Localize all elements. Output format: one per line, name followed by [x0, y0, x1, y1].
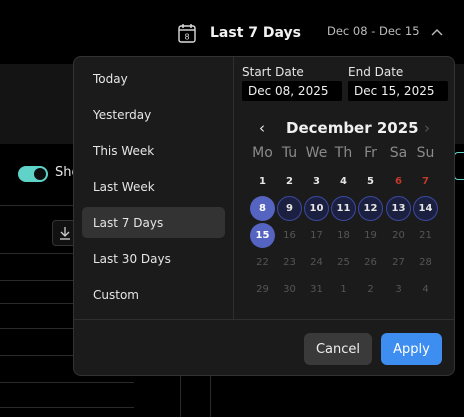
calendar-day[interactable]: 29: [250, 277, 275, 302]
calendar-day[interactable]: 16: [277, 223, 302, 248]
divider: [74, 319, 454, 320]
calendar-day[interactable]: 15: [250, 223, 275, 248]
weekday-label: Sa: [389, 145, 408, 161]
calendar-day[interactable]: 28: [413, 250, 438, 275]
divider: [0, 382, 134, 383]
calendar-day[interactable]: 31: [304, 277, 329, 302]
weekday-label: Th: [334, 145, 353, 161]
calendar-day[interactable]: 18: [331, 223, 356, 248]
preset-list: Today Yesterday This Week Last Week Last 7 D…: [74, 57, 234, 319]
end-date-field[interactable]: Dec 15, 2025: [348, 81, 448, 101]
calendar-day[interactable]: 27: [386, 250, 411, 275]
divider: [0, 303, 73, 304]
preset-item[interactable]: Last Week: [82, 171, 225, 202]
divider: [0, 328, 73, 329]
calendar-day[interactable]: 20: [386, 223, 411, 248]
calendar-day[interactable]: 13: [386, 196, 411, 221]
calendar-day[interactable]: 22: [250, 250, 275, 275]
calendar-day[interactable]: 23: [277, 250, 302, 275]
show-toggle[interactable]: [18, 166, 48, 182]
calendar-day[interactable]: 4: [331, 169, 356, 194]
calendar-day[interactable]: 3: [386, 277, 411, 302]
calendar-day[interactable]: 1: [331, 277, 356, 302]
cancel-button[interactable]: Cancel: [304, 333, 372, 365]
date-range-popover: Today Yesterday This Week Last Week Last 7 D…: [73, 56, 455, 376]
divider: [210, 370, 211, 417]
weekday-label: Fr: [364, 145, 377, 161]
month-title: December 2025: [286, 119, 419, 137]
end-date-label: End Date: [348, 65, 404, 79]
calendar-day[interactable]: 8: [250, 196, 275, 221]
divider: [0, 205, 73, 206]
calendar-day[interactable]: 17: [304, 223, 329, 248]
start-date-label: Start Date: [242, 65, 304, 79]
date-range-trigger[interactable]: 8 Last 7 Days: [176, 18, 301, 48]
edge-control[interactable]: [454, 152, 464, 180]
divider: [0, 355, 73, 356]
calendar-day[interactable]: 9: [277, 196, 302, 221]
calendar-day[interactable]: 24: [304, 250, 329, 275]
calendar-icon: 8: [178, 24, 196, 43]
prev-month-icon[interactable]: ‹: [253, 118, 271, 138]
calendar-day[interactable]: 12: [358, 196, 383, 221]
calendar-day[interactable]: 2: [358, 277, 383, 302]
preset-item[interactable]: Last 7 Days: [82, 207, 225, 238]
divider: [0, 253, 73, 254]
calendar-day[interactable]: 2: [277, 169, 302, 194]
calendar-day[interactable]: 6: [386, 169, 411, 194]
calendar-day[interactable]: 3: [304, 169, 329, 194]
start-date-field[interactable]: Dec 08, 2025: [242, 81, 342, 101]
preset-item[interactable]: Last 30 Days: [82, 243, 225, 274]
divider: [0, 407, 134, 408]
calendar-day[interactable]: 26: [358, 250, 383, 275]
chevron-up-icon[interactable]: [430, 25, 444, 39]
calendar-day[interactable]: 21: [413, 223, 438, 248]
weekday-label: We: [305, 145, 328, 161]
calendar-day[interactable]: 30: [277, 277, 302, 302]
calendar-day[interactable]: 10: [304, 196, 329, 221]
calendar-day[interactable]: 7: [413, 169, 438, 194]
divider: [180, 370, 181, 417]
range-label[interactable]: Last 7 Days: [210, 25, 301, 41]
preset-item[interactable]: Custom: [82, 279, 225, 310]
preset-item[interactable]: Yesterday: [82, 99, 225, 130]
calendar-day[interactable]: 19: [358, 223, 383, 248]
apply-button[interactable]: Apply: [381, 333, 442, 365]
weekday-label: Tu: [281, 145, 298, 161]
preset-item[interactable]: This Week: [82, 135, 225, 166]
divider: [0, 280, 73, 281]
calendar-day[interactable]: 11: [331, 196, 356, 221]
range-dates: Dec 08 - Dec 15: [327, 24, 420, 38]
weekday-label: Su: [416, 145, 435, 161]
calendar-day[interactable]: 4: [413, 277, 438, 302]
calendar-day[interactable]: 5: [358, 169, 383, 194]
weekday-label: Mo: [252, 145, 273, 161]
next-month-icon[interactable]: ›: [418, 118, 436, 138]
calendar-icon-day: 8: [184, 33, 189, 42]
calendar-day[interactable]: 14: [413, 196, 438, 221]
calendar-day[interactable]: 25: [331, 250, 356, 275]
calendar-day[interactable]: 1: [250, 169, 275, 194]
preset-item[interactable]: Today: [82, 63, 225, 94]
